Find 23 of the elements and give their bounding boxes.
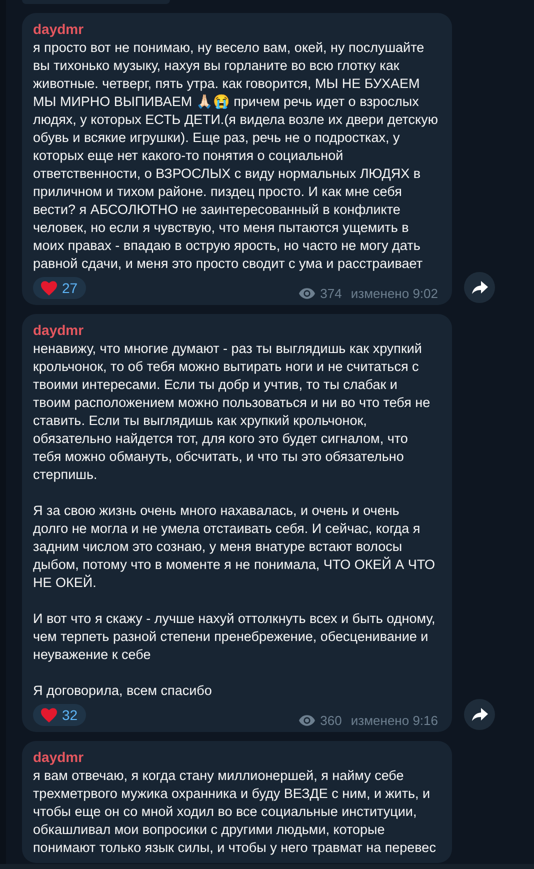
message-text: я просто вот не понимаю, ну весело вам, окей, ну послушайте вы тихонько музыку, нахуя вы горланите во всю глотку как животные. четверг, пять утра. как говорится, МЫ НЕ БУХАЕМ МЫ МИРНО ВЫПИВАЕМ 🙏🏻😭 причем речь идет о взрослых людях, у которых ЕСТЬ ДЕТИ.(я видела возле их двери детскую обувь и всякие игрушки). Еще раз, речь не о подростках, у которых еще нет какого-то понятия о социальной ответственности, о ВЗРОСЛЫХ с виду нормальных ЛЮДЯХ в приличном и тихом районе. пиздец просто. И как мне себя вести? я АБСОЛЮТНО не заинтересованный в конфликте человек, но если я чувствую, что меня пытаются ущемить в моих правах - впадаю в острую ярость, но часто не могу дать равной сдачи, и меня это просто сводит с ума и расстраивает	[33, 39, 438, 273]
forward-arrow-icon	[472, 708, 488, 721]
reaction-button[interactable]: 27	[33, 277, 86, 299]
view-count: 374	[320, 284, 342, 302]
author-name: daydmr	[33, 748, 84, 767]
author-name: daydmr	[33, 321, 84, 340]
view-count: 360	[320, 712, 342, 730]
reaction-button[interactable]: 32	[33, 704, 86, 726]
message-text: Я договорила, всем спасибо	[33, 682, 213, 700]
message-text: ненавижу, что многие думают - раз ты выглядишь как хрупкий крольчонок, то об тебя можно вытирать ноги и не считаться с твоими интересами. Если ты добр и учтив, то ты слабак и твоим расположением можно пользоваться и ни во что тебя не ставить. Если ты выглядишь как хрупкий крольчонок, обязательно найдется тот, для кого это будет сигналом, что тебя можно обмануть, обсчитать, и что ты это обязательно стерпишь.	[33, 340, 432, 484]
heart-icon	[41, 708, 57, 722]
eye-icon	[299, 288, 316, 299]
author-name: daydmr	[33, 20, 84, 39]
heart-icon	[41, 280, 57, 296]
eye-icon	[299, 714, 316, 726]
edited-time: изменено 9:16	[350, 712, 438, 730]
message-text: И вот что я скажу - лучше нахуй оттолкнуть всех и быть одному, чем терпеть разной степени пренебрежение, обесценивание и неуважение к себе	[33, 610, 436, 664]
forward-arrow-icon	[472, 281, 488, 294]
message-text: я вам отвечаю, я когда стану миллионершей, я найму себе трехметрвого мужика охранника и буду ВЕЗДЕ с ним, и жить, и чтобы еще он со мной ходил во все социальные институции, обкашливал мои вопросики с другими людьми, которые понимают только язык силы, и чтобы у него травмат на перевес	[33, 767, 437, 857]
forward-button[interactable]	[464, 272, 495, 303]
message-text: Я за свою жизнь очень много нахавалась, и очень и очень долго не могла и не умела отстаивать себя. И сейчас, когда я задним числом это сознаю, у меня внатуре встают волосы дыбом, потому что в моменте я не понимала, ЧТО ОКЕЙ А ЧТО НЕ ОКЕЙ.	[33, 502, 436, 592]
edited-time: изменено 9:02	[350, 284, 438, 302]
forward-button[interactable]	[464, 699, 495, 730]
